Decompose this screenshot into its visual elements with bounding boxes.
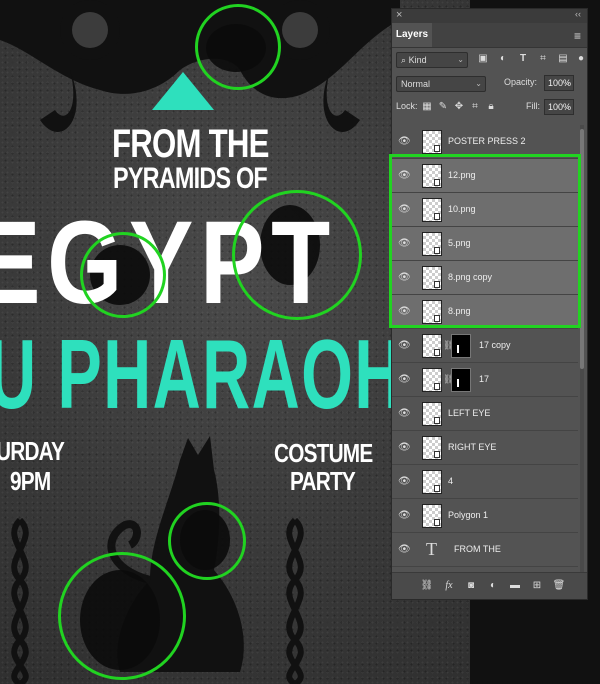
fill-input[interactable]: 100% ⌄ xyxy=(544,99,574,115)
eye-icon[interactable]: 👁︎ xyxy=(398,408,411,420)
new-layer-icon[interactable]: ⊞ xyxy=(530,579,544,593)
highlight-circle xyxy=(58,552,186,680)
layer-row[interactable]: 👁︎ ⛓︎ 17 xyxy=(392,363,578,397)
layer-name: FROM THE xyxy=(454,544,501,554)
layer-name: 17 copy xyxy=(479,340,511,350)
new-group-icon[interactable]: ▬ xyxy=(508,579,522,593)
layer-thumbnail xyxy=(422,436,442,460)
trash-icon[interactable]: 🗑︎ xyxy=(552,579,566,593)
layer-name: 17 xyxy=(479,374,490,384)
selected-layers-highlight-box xyxy=(389,154,581,328)
layer-thumbnail xyxy=(422,368,442,392)
close-icon[interactable]: × xyxy=(396,9,402,21)
panel-menu-icon[interactable]: ≡ xyxy=(574,29,581,43)
highlight-circle xyxy=(168,502,246,580)
highlight-circle xyxy=(80,232,166,318)
chevron-down-icon: ⌄ xyxy=(564,102,571,111)
layer-row[interactable]: 👁︎ RIGHT EYE xyxy=(392,431,578,465)
eye-icon[interactable]: 👁︎ xyxy=(398,136,411,148)
link-layers-icon[interactable]: ⛓︎ xyxy=(420,579,434,593)
highlight-circle xyxy=(232,190,362,320)
layer-name: RIGHT EYE xyxy=(448,442,497,452)
poster-day: URDAY xyxy=(0,436,65,466)
layer-thumbnail xyxy=(422,130,442,154)
lock-all-icon[interactable]: 🔒︎ xyxy=(484,100,498,114)
layer-mask-thumbnail[interactable] xyxy=(451,334,471,358)
layer-thumbnail xyxy=(422,504,442,528)
opacity-input[interactable]: 100% ⌄ xyxy=(544,75,574,91)
layer-name: LEFT EYE xyxy=(448,408,491,418)
adjustment-layer-icon[interactable]: ◐ xyxy=(486,579,500,593)
chevron-down-icon: ⌄ xyxy=(457,55,464,64)
eye-icon[interactable]: 👁︎ xyxy=(398,374,411,386)
panel-title-bar: × ‹‹ xyxy=(392,9,587,23)
layer-thumbnail xyxy=(422,470,442,494)
panel-bottom-toolbar: ⛓︎ fx ◙ ◐ ▬ ⊞ 🗑︎ xyxy=(392,572,587,599)
poster-time: 9PM xyxy=(10,466,51,496)
opacity-label: Opacity: xyxy=(504,77,538,87)
double-chevron-icon[interactable]: ‹‹ xyxy=(575,9,581,19)
eye-icon[interactable]: 👁︎ xyxy=(398,544,411,556)
eye-icon[interactable]: 👁︎ xyxy=(398,476,411,488)
filter-kind-dropdown[interactable]: ⌕ Kind ⌄ xyxy=(396,52,468,68)
lock-position-icon[interactable]: ✥ xyxy=(452,100,466,114)
layer-row[interactable]: 👁︎ T FROM THE xyxy=(392,533,578,567)
lock-artboard-icon[interactable]: ⌗ xyxy=(468,100,482,114)
poster-from-the: FROM THE xyxy=(112,122,269,166)
filter-row: ⌕ Kind ⌄ ▣ ◐ T ⌗ ▤ ● xyxy=(392,48,587,72)
fill-label: Fill: xyxy=(526,101,540,111)
layer-thumbnail xyxy=(422,402,442,426)
poster-party: PARTY xyxy=(290,466,356,496)
layer-name: Polygon 1 xyxy=(448,510,489,520)
layer-row[interactable]: 👁︎ Polygon 1 xyxy=(392,499,578,533)
chevron-down-icon: ⌄ xyxy=(475,79,482,88)
blend-row: Normal ⌄ Opacity: 100% ⌄ xyxy=(392,72,587,96)
shape-filter-icon[interactable]: ⌗ xyxy=(536,52,550,66)
photoshop-workspace: FROM THE PYRAMIDS OF EGYPT U PHARAOH URD… xyxy=(0,0,600,684)
layer-row[interactable]: 👁︎ LEFT EYE xyxy=(392,397,578,431)
poster-pyramids-of: PYRAMIDS OF xyxy=(113,162,268,195)
type-filter-icon[interactable]: T xyxy=(516,52,530,66)
tab-layers[interactable]: Layers xyxy=(392,23,432,47)
panel-tab-row: Layers ≡ xyxy=(392,23,587,48)
poster-subtitle-pharaoh: U PHARAOH xyxy=(0,319,404,429)
layer-name: POSTER PRESS 2 xyxy=(448,136,526,146)
filter-kind-label: Kind xyxy=(408,55,427,65)
text-layer-icon: T xyxy=(426,539,437,559)
eye-icon[interactable]: 👁︎ xyxy=(398,442,411,454)
layer-thumbnail xyxy=(422,334,442,358)
lock-image-icon[interactable]: ✎ xyxy=(436,100,450,114)
lock-row: Lock: ▦ ✎ ✥ ⌗ 🔒︎ Fill: 100% ⌄ xyxy=(392,96,587,120)
chevron-down-icon: ⌄ xyxy=(564,78,571,87)
add-mask-icon[interactable]: ◙ xyxy=(464,579,478,593)
eye-icon[interactable]: 👁︎ xyxy=(398,340,411,352)
filter-toggle-icon[interactable]: ● xyxy=(574,52,588,66)
blend-mode-value: Normal xyxy=(401,79,431,89)
layer-row[interactable]: 👁︎ ⛓︎ 17 copy xyxy=(392,329,578,363)
poster-costume: COSTUME xyxy=(274,438,373,468)
eye-icon[interactable]: 👁︎ xyxy=(398,510,411,522)
blend-mode-dropdown[interactable]: Normal ⌄ xyxy=(396,76,486,92)
smart-object-filter-icon[interactable]: ▤ xyxy=(556,52,570,66)
layer-mask-thumbnail[interactable] xyxy=(451,368,471,392)
image-filter-icon[interactable]: ▣ xyxy=(476,52,490,66)
layer-row[interactable]: 👁︎ 4 xyxy=(392,465,578,499)
lock-label: Lock: xyxy=(396,101,418,111)
fx-icon[interactable]: fx xyxy=(442,579,456,593)
layer-name: 4 xyxy=(448,476,454,486)
lock-transparency-icon[interactable]: ▦ xyxy=(420,100,434,114)
adjustment-filter-icon[interactable]: ◐ xyxy=(496,52,510,66)
search-icon: ⌕ xyxy=(401,55,407,65)
highlight-circle xyxy=(195,4,281,90)
